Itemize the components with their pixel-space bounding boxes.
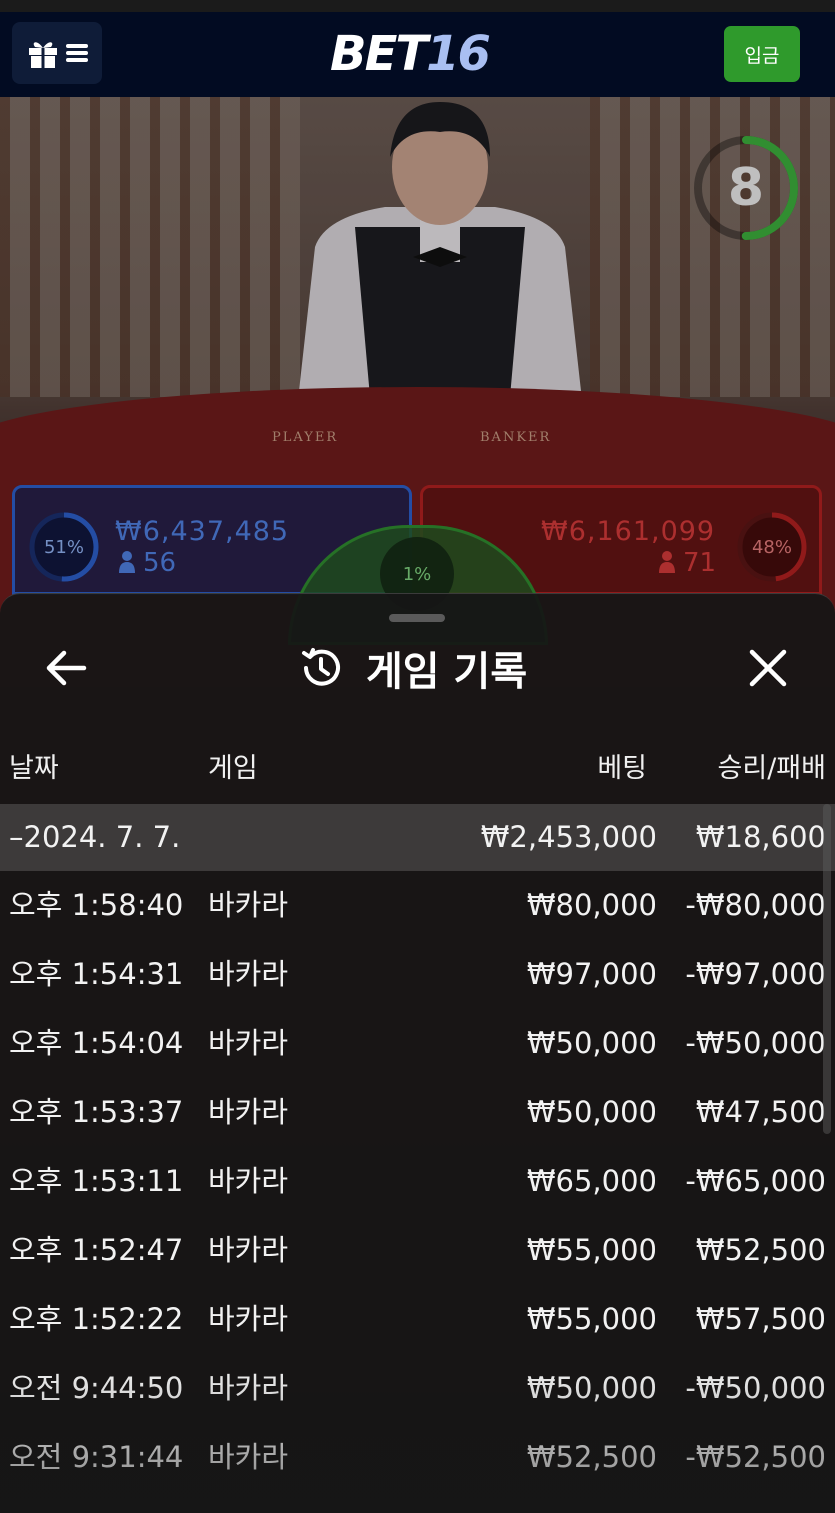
history-row[interactable]: 오후 1:54:04 바카라 ₩50,000 -₩50,000 — [0, 1009, 835, 1078]
deposit-button[interactable]: 입금 — [724, 26, 800, 82]
row-game: 바카라 — [208, 957, 289, 991]
row-result: -₩50,000 — [685, 1371, 826, 1405]
logo-text-bet: BET — [330, 26, 428, 82]
row-time: 오후 1:52:47 — [9, 1233, 184, 1267]
row-bet: ₩50,000 — [526, 1371, 657, 1405]
close-icon[interactable] — [742, 642, 794, 694]
row-bet: ₩80,000 — [526, 888, 657, 922]
history-row[interactable]: 오후 1:53:11 바카라 ₩65,000 -₩65,000 — [0, 1147, 835, 1216]
menu-button[interactable] — [12, 22, 102, 84]
row-game: 바카라 — [208, 1233, 289, 1267]
history-row[interactable]: 오전 9:44:50 바카라 ₩50,000 -₩50,000 — [0, 1354, 835, 1423]
row-time: 오후 1:52:22 — [9, 1302, 184, 1336]
row-bet: ₩50,000 — [526, 1095, 657, 1129]
row-time: 오후 1:53:37 — [9, 1095, 184, 1129]
history-row[interactable]: 오후 1:52:47 바카라 ₩55,000 ₩52,500 — [0, 1216, 835, 1285]
row-time: 오후 1:54:31 — [9, 957, 184, 991]
hamburger-icon — [66, 44, 88, 62]
history-row[interactable]: 오후 1:52:22 바카라 ₩55,000 ₩57,500 — [0, 1285, 835, 1354]
sheet-drag-handle[interactable] — [389, 614, 445, 622]
row-game: 바카라 — [208, 1440, 289, 1474]
row-time: 오후 1:58:40 — [9, 888, 184, 922]
row-time: 오전 9:44:50 — [9, 1371, 184, 1405]
column-header-result: 승리/패배 — [717, 753, 826, 784]
history-row[interactable]: 오전 9:31:44 바카라 ₩52,500 -₩52,500 — [0, 1423, 835, 1492]
row-bet: ₩55,000 — [526, 1302, 657, 1336]
history-row[interactable]: 오후 1:54:31 바카라 ₩97,000 -₩97,000 — [0, 940, 835, 1009]
arrow-left-icon[interactable] — [40, 642, 92, 694]
row-result: -₩50,000 — [685, 1026, 826, 1060]
date-group-row[interactable]: –2024. 7. 7. ₩2,453,000 ₩18,600 — [0, 804, 835, 871]
row-time: 오후 1:54:04 — [9, 1026, 184, 1060]
row-result: -₩80,000 — [685, 888, 826, 922]
row-result: -₩65,000 — [685, 1164, 826, 1198]
row-bet: ₩65,000 — [526, 1164, 657, 1198]
status-strip — [0, 0, 835, 12]
date-group-date: –2024. 7. 7. — [9, 820, 181, 854]
row-result: -₩52,500 — [685, 1440, 826, 1474]
row-time: 오전 9:31:44 — [9, 1440, 184, 1474]
row-time: 오후 1:53:11 — [9, 1164, 184, 1198]
bet16-logo[interactable]: BET16 — [330, 26, 500, 82]
history-icon — [302, 648, 340, 686]
row-game: 바카라 — [208, 1026, 289, 1060]
history-list: –2024. 7. 7. ₩2,453,000 ₩18,600 오후 1:58:… — [0, 804, 835, 1492]
row-result: ₩52,500 — [695, 1233, 826, 1267]
row-result: ₩47,500 — [695, 1095, 826, 1129]
history-scrollbar[interactable] — [823, 804, 831, 1134]
row-bet: ₩97,000 — [526, 957, 657, 991]
row-result: -₩97,000 — [685, 957, 826, 991]
row-game: 바카라 — [208, 1302, 289, 1336]
gift-icon — [29, 42, 57, 68]
game-history-sheet: 게임 기록 날짜 게임 베팅 승리/패배 –2024. 7. 7. ₩2,453… — [0, 593, 835, 1513]
sheet-title: 게임 기록 — [298, 640, 527, 696]
row-game: 바카라 — [208, 1095, 289, 1129]
app-header: BET16 입금 — [0, 12, 835, 97]
column-header-date: 날짜 — [9, 753, 59, 784]
history-row[interactable]: 오후 1:53:37 바카라 ₩50,000 ₩47,500 — [0, 1078, 835, 1147]
date-group-total-bet: ₩2,453,000 — [480, 820, 657, 854]
row-bet: ₩52,500 — [526, 1440, 657, 1474]
column-header-game: 게임 — [208, 753, 258, 784]
row-bet: ₩55,000 — [526, 1233, 657, 1267]
date-group-total-result: ₩18,600 — [695, 820, 826, 854]
column-header-bet: 베팅 — [597, 753, 647, 784]
history-row[interactable]: 오후 1:58:40 바카라 ₩80,000 -₩80,000 — [0, 871, 835, 940]
row-bet: ₩50,000 — [526, 1026, 657, 1060]
row-game: 바카라 — [208, 888, 289, 922]
logo-text-16: 16 — [426, 26, 491, 82]
sheet-title-text: 게임 기록 — [366, 649, 528, 695]
row-game: 바카라 — [208, 1371, 289, 1405]
row-result: ₩57,500 — [695, 1302, 826, 1336]
row-game: 바카라 — [208, 1164, 289, 1198]
